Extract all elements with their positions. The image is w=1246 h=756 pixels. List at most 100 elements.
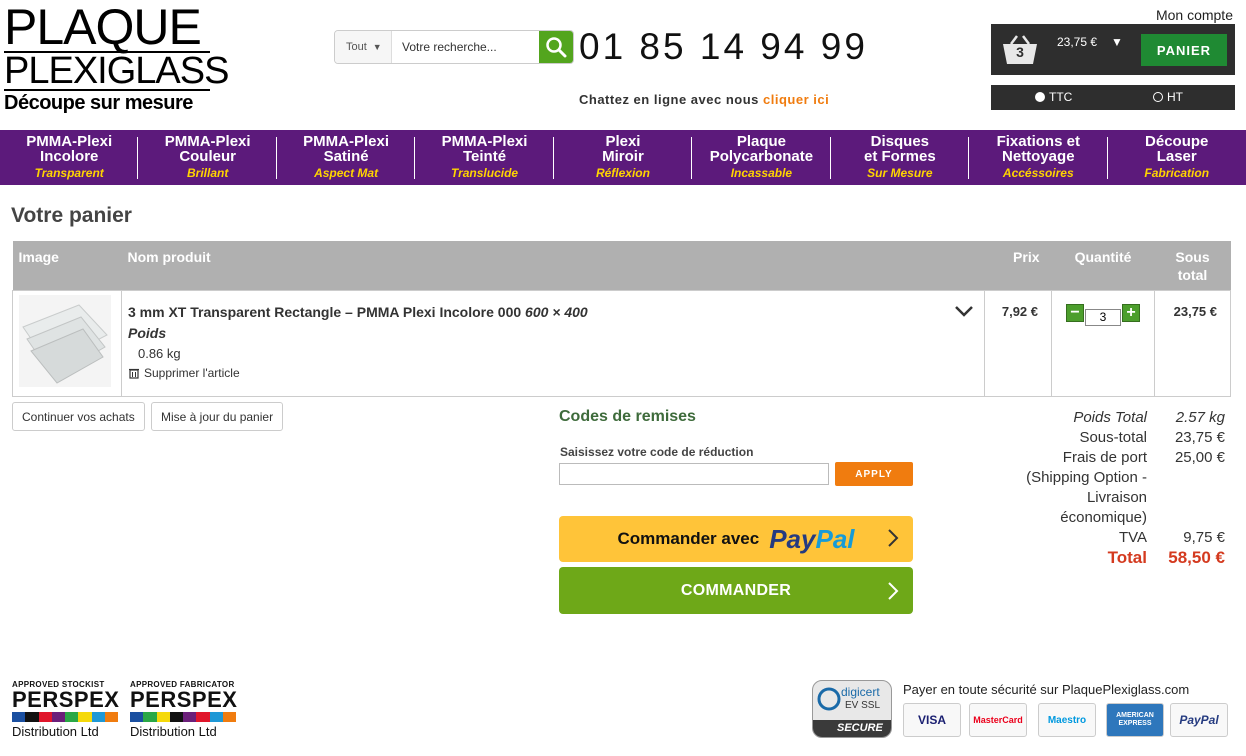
remove-label: Supprimer l'article (143, 365, 240, 380)
weight-value: 0.86 kg (137, 345, 181, 361)
chat-link[interactable]: cliquer ici (763, 92, 829, 107)
radio-ttc[interactable] (1035, 92, 1045, 102)
cart-header-row: Image Nom produit Prix Quantité Sous tot… (12, 241, 1231, 290)
tax-toggle: TTC HT (991, 85, 1235, 110)
nav-subtitle: Aspect Mat (314, 166, 379, 180)
nav-item-pmma-satine[interactable]: PMMA-Plexi Satiné Aspect Mat (277, 130, 416, 185)
search-bar: Tout ▼ (334, 30, 574, 64)
product-name[interactable]: 3 mm XT Transparent Rectangle – PMMA Ple… (128, 304, 978, 320)
product-subtotal: 23,75 € (1153, 289, 1232, 397)
col-price: Prix (984, 241, 1052, 290)
paypal-checkout-button[interactable]: Commander avec Pay Pal (559, 516, 913, 562)
total-weight-value: 2.57 kg (1175, 409, 1225, 426)
nav-title: Fixations et (996, 133, 1080, 150)
account-link[interactable]: Mon compte (1156, 7, 1233, 23)
nav-subtitle: Réflexion (595, 166, 650, 180)
shipping-note-3: économique) (1060, 509, 1147, 526)
nav-title: Laser (1156, 148, 1197, 165)
order-totals: Poids Total 2.57 kg Sous-total 23,75 € Fra… (1010, 408, 1225, 568)
commander-button[interactable]: COMMANDER (559, 567, 913, 614)
nav-title: PMMA-Plexi (164, 133, 251, 150)
amex-card: AMERICAN EXPRESS (1106, 703, 1164, 737)
tax-option-ttc[interactable]: TTC (1035, 90, 1072, 104)
shipping-note-1: (Shipping Option - (1026, 469, 1147, 486)
tax-option-ht[interactable]: HT (1153, 90, 1183, 104)
col-qty: Quantité (1051, 241, 1155, 290)
col-subtotal-line1: Sous (1175, 249, 1210, 265)
phone-number: 01 85 14 94 99 (579, 26, 868, 67)
panier-button[interactable]: PANIER (1141, 34, 1227, 66)
nav-item-decoupe-laser[interactable]: Découpe Laser Fabrication (1108, 130, 1246, 185)
cart-count: 3 (1016, 44, 1024, 60)
nav-subtitle: Fabrication (1144, 166, 1210, 180)
search-icon (546, 37, 567, 58)
nav-item-pmma-teinte[interactable]: PMMA-Plexi Teinté Translucide (415, 130, 555, 185)
page-title: Votre panier (11, 204, 132, 227)
nav-item-polycarbonate[interactable]: Plaque Polycarbonate Incassable (692, 130, 832, 185)
tax-label-ttc: TTC (1049, 90, 1073, 104)
update-cart-button[interactable]: Mise à jour du panier (151, 402, 284, 431)
badge-brand: PERSPEX (12, 687, 120, 712)
discount-code-input[interactable] (559, 463, 829, 485)
nav-item-fixations[interactable]: Fixations et Nettoyage Accéssoires (969, 130, 1108, 185)
qty-input[interactable] (1085, 308, 1121, 326)
nav-item-plexi-miroir[interactable]: Plexi Miroir Réflexion (554, 130, 693, 185)
apply-button[interactable]: APPLY (835, 462, 913, 486)
nav-item-pmma-couleur[interactable]: PMMA-Plexi Couleur Brillant (138, 130, 278, 185)
nav-title: Découpe (1145, 133, 1209, 150)
site-logo[interactable]: PLAQUE PLEXIGLASS Découpe sur mesure (4, 0, 229, 116)
cart-dropdown-icon[interactable]: ▼ (1111, 35, 1123, 49)
total-label: Total (1107, 548, 1147, 567)
nav-title: Satiné (323, 148, 369, 165)
digicert-secure: SECURE (813, 720, 891, 737)
badge-color-strip (12, 712, 118, 722)
nav-title: PMMA-Plexi (441, 133, 528, 150)
nav-subtitle: Sur Mesure (867, 166, 933, 180)
tax-label-ht: HT (1167, 90, 1183, 104)
product-title: 3 mm XT Transparent Rectangle – PMMA Ple… (127, 303, 522, 320)
product-image[interactable] (19, 294, 111, 387)
search-input[interactable] (392, 31, 539, 63)
nav-item-pmma-incolore[interactable]: PMMA-Plexi Incolore Transparent (0, 130, 139, 185)
cart-table: Image Nom produit Prix Quantité Sous tot… (12, 241, 1232, 397)
commander-label: COMMANDER (680, 581, 792, 599)
badge-color-strip (130, 712, 236, 722)
paypal-card: PayPal (1170, 703, 1228, 737)
nav-title: PMMA-Plexi (26, 133, 113, 150)
nav-item-disques[interactable]: Disques et Formes Sur Mesure (831, 130, 970, 185)
nav-title: Miroir (602, 148, 644, 165)
continue-shopping-button[interactable]: Continuer vos achats (12, 402, 145, 431)
quantity-stepper: − + (1058, 301, 1148, 326)
nav-title: Incolore (40, 148, 99, 165)
remove-item-link[interactable]: Supprimer l'article (128, 366, 978, 380)
col-image: Image (12, 241, 122, 290)
search-category-select[interactable]: Tout ▼ (335, 31, 392, 63)
col-subtotal: Sous total (1154, 241, 1231, 290)
logo-line-1: PLAQUE (4, 0, 202, 55)
tva-value: 9,75 € (1183, 529, 1225, 546)
nav-subtitle: Accéssoires (1002, 166, 1074, 180)
radio-ht[interactable] (1153, 92, 1163, 102)
qty-plus-button[interactable]: + (1122, 304, 1140, 322)
qty-minus-button[interactable]: − (1066, 304, 1084, 322)
discount-title: Codes de remises (559, 408, 696, 425)
nav-title: PMMA-Plexi (303, 133, 390, 150)
trash-icon (128, 368, 139, 379)
subtotal-label: Sous-total (1079, 429, 1147, 446)
search-button[interactable] (539, 31, 573, 63)
digicert-seal[interactable]: digicert EV SSL SECURE (812, 680, 892, 738)
nav-title: et Formes (863, 148, 936, 165)
digicert-name: digicert (841, 685, 880, 699)
product-info-cell: 3 mm XT Transparent Rectangle – PMMA Ple… (120, 289, 986, 397)
nav-subtitle: Translucide (450, 166, 519, 180)
weight-label: Poids (127, 324, 167, 341)
badge-bottom: Distribution Ltd (130, 724, 217, 739)
chevron-down-icon: ▼ (372, 42, 382, 52)
nav-subtitle: Transparent (34, 166, 104, 180)
logo-tagline: Découpe sur mesure (4, 92, 193, 114)
chevron-down-icon[interactable] (954, 305, 974, 317)
tva-label: TVA (1118, 529, 1147, 546)
maestro-card: Maestro (1038, 703, 1096, 737)
search-category-label: Tout (346, 41, 367, 53)
table-row: 3 mm XT Transparent Rectangle – PMMA Ple… (12, 289, 1232, 397)
